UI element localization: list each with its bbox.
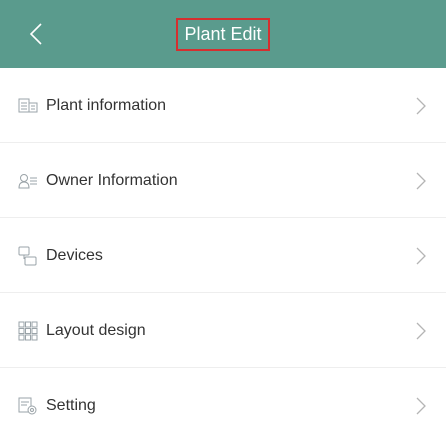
devices-icon [18, 246, 38, 266]
menu-list: Plant information Owner Information Devi… [0, 68, 446, 443]
menu-item-label: Plant information [46, 96, 167, 114]
chevron-left-icon [30, 23, 42, 45]
menu-item-plant-information[interactable]: Plant information [0, 68, 446, 143]
menu-item-label: Layout design [46, 321, 146, 339]
chevron-right-icon [416, 97, 426, 114]
chevron-right-icon [416, 397, 426, 414]
menu-item-devices[interactable]: Devices [0, 218, 446, 293]
menu-item-owner-information[interactable]: Owner Information [0, 143, 446, 218]
top-bar: Plant Edit [0, 0, 446, 68]
chevron-right-icon [416, 322, 426, 339]
menu-item-label: Owner Information [46, 171, 178, 189]
chevron-right-icon [416, 247, 426, 264]
back-button[interactable] [22, 20, 50, 48]
settings-icon [18, 396, 38, 416]
page-title-highlight: Plant Edit [176, 17, 270, 51]
menu-item-label: Devices [46, 246, 103, 264]
layout-grid-icon [18, 321, 38, 341]
menu-item-layout-design[interactable]: Layout design [0, 293, 446, 368]
page-title: Plant Edit [184, 23, 262, 44]
owner-info-icon [18, 171, 38, 191]
chevron-right-icon [416, 172, 426, 189]
menu-item-label: Setting [46, 396, 96, 414]
plant-info-icon [18, 96, 38, 116]
